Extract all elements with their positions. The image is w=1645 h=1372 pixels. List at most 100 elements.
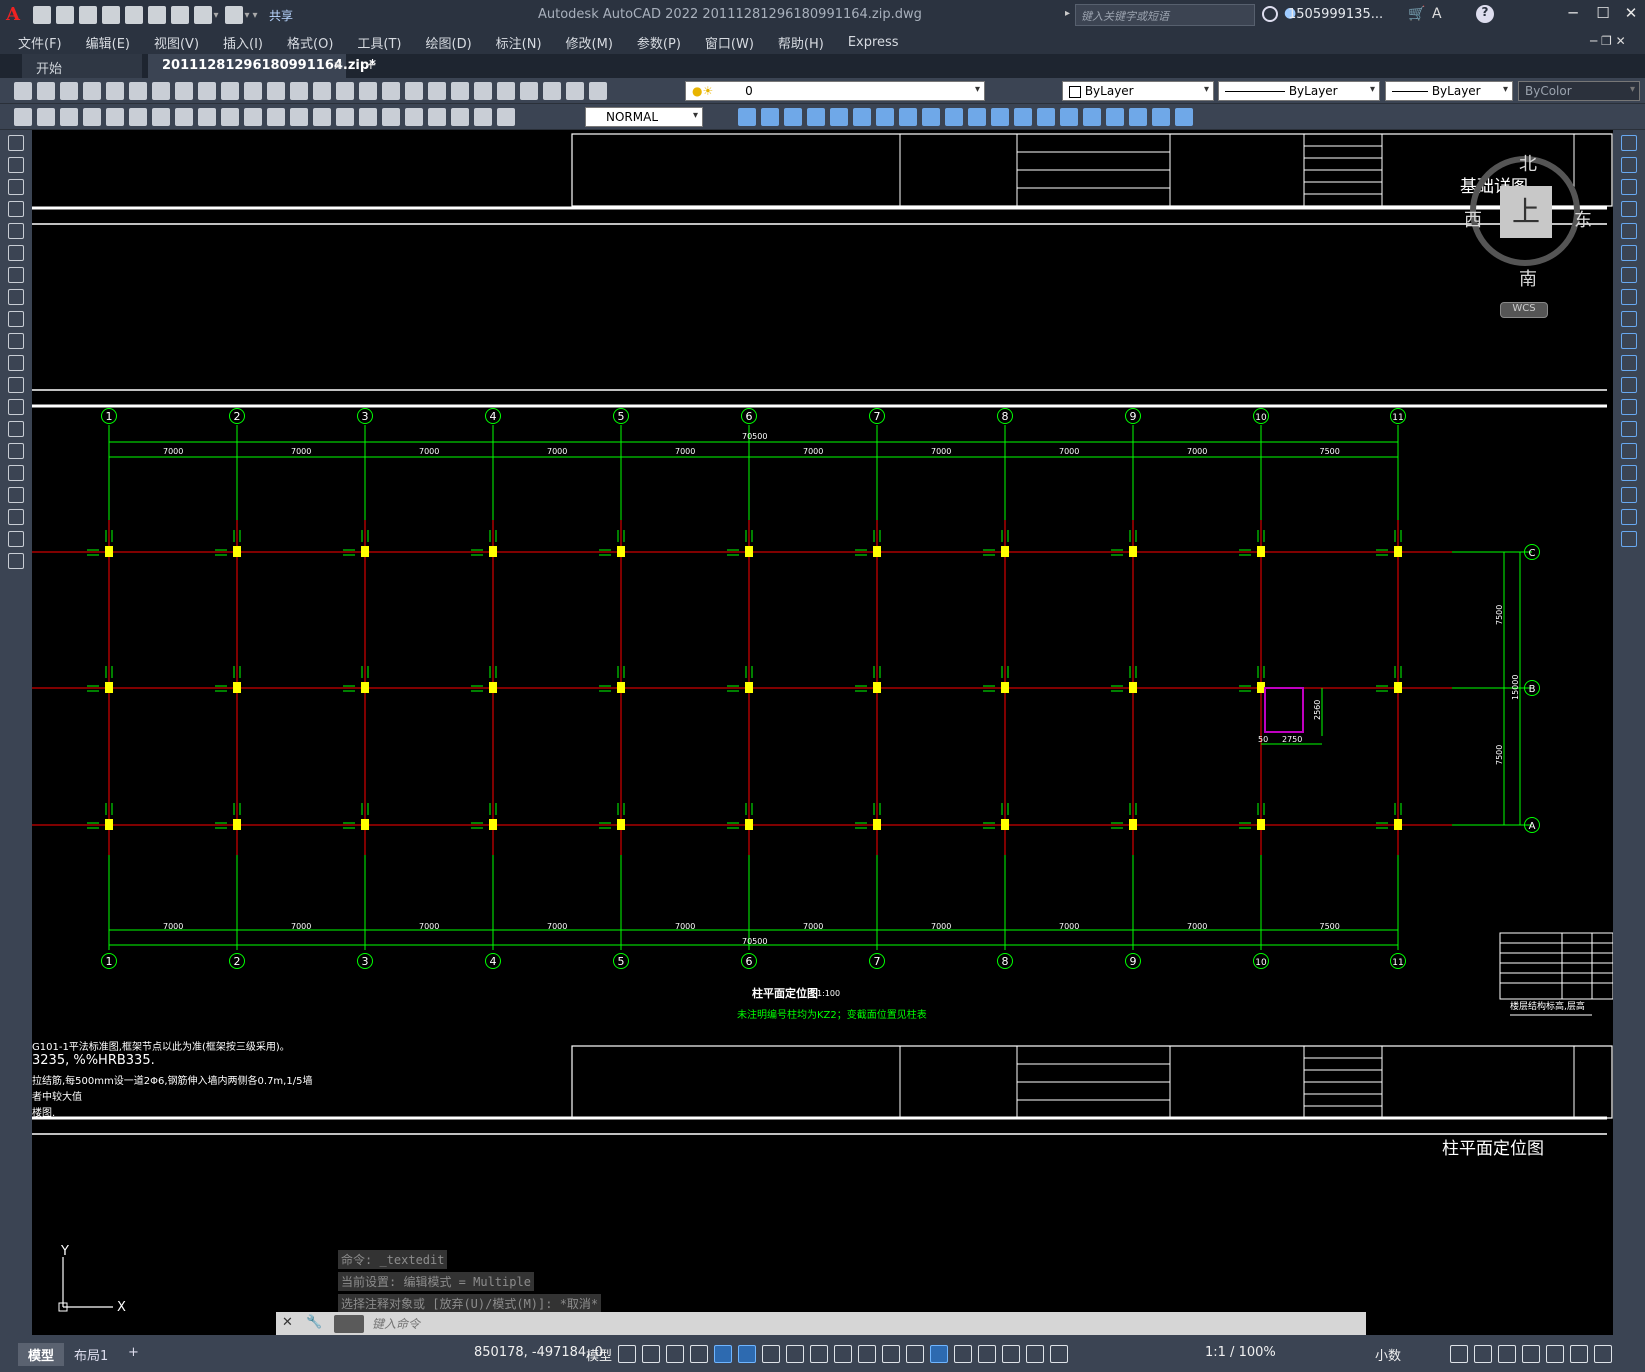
viewcube[interactable]: 上 北 南 西 东: [1464, 150, 1592, 290]
line-icon[interactable]: [8, 135, 24, 151]
draw-order-icon[interactable]: [1621, 531, 1637, 547]
menu-express[interactable]: Express: [848, 35, 899, 50]
polyline-icon[interactable]: [8, 179, 24, 195]
compass-east[interactable]: 东: [1574, 206, 1592, 232]
menu-help[interactable]: 帮助(H): [778, 33, 824, 52]
new-icon[interactable]: [14, 82, 32, 100]
open-web-icon[interactable]: [125, 6, 143, 24]
infer-constraints-icon[interactable]: [666, 1345, 684, 1363]
break-icon[interactable]: [991, 108, 1009, 126]
text-style-dropdown[interactable]: NORMAL ▾: [585, 107, 703, 127]
quick-calc-icon[interactable]: [543, 82, 561, 100]
linetype-dropdown[interactable]: ByLayer ▾: [1218, 81, 1380, 101]
explode-icon[interactable]: [1621, 509, 1637, 525]
polygon-icon[interactable]: [8, 201, 24, 217]
menu-window[interactable]: 窗口(W): [705, 33, 754, 52]
angular-icon[interactable]: [175, 108, 193, 126]
union-icon[interactable]: [1106, 108, 1124, 126]
blend-icon[interactable]: [1621, 487, 1637, 503]
isolate-icon[interactable]: [1522, 1345, 1540, 1363]
fillet-icon[interactable]: [1621, 465, 1637, 481]
menu-modify[interactable]: 修改(M): [566, 33, 613, 52]
auto-scale-icon[interactable]: [1026, 1345, 1044, 1363]
mirror-icon[interactable]: [784, 108, 802, 126]
multiline-text-icon[interactable]: [8, 531, 24, 547]
join-icon[interactable]: [1621, 421, 1637, 437]
object-snap-tracking-icon[interactable]: [786, 1345, 804, 1363]
layer-bulb-icon[interactable]: ●☀: [692, 84, 713, 98]
join-icon[interactable]: [1014, 108, 1032, 126]
annotation-monitor-icon[interactable]: [1050, 1345, 1068, 1363]
maximize-icon[interactable]: ☐: [1590, 4, 1616, 26]
redo-icon[interactable]: [225, 6, 243, 24]
zoom-window-icon[interactable]: [382, 82, 400, 100]
menu-parametric[interactable]: 参数(P): [637, 33, 681, 52]
doc-window-controls[interactable]: ─ ❐ ✕: [1590, 34, 1626, 48]
gizmo-icon[interactable]: [978, 1345, 996, 1363]
make-block-icon[interactable]: [8, 399, 24, 415]
search-icon[interactable]: [1262, 6, 1278, 22]
intersect-icon[interactable]: [1152, 108, 1170, 126]
redo-dropdown-icon[interactable]: ▾: [243, 10, 251, 21]
subtract-icon[interactable]: [1129, 108, 1147, 126]
pan-icon[interactable]: [336, 82, 354, 100]
add-selected-icon[interactable]: [8, 553, 24, 569]
lineweight-dropdown[interactable]: ByLayer ▾: [1385, 81, 1513, 101]
command-prompt-icon[interactable]: [334, 1315, 364, 1333]
command-input[interactable]: [372, 1317, 1272, 1331]
minimize-icon[interactable]: ─: [1560, 4, 1586, 26]
menu-view[interactable]: 视图(V): [154, 33, 199, 52]
customize-wrench-icon[interactable]: 🔧: [306, 1315, 322, 1330]
dim-override-icon[interactable]: [497, 108, 515, 126]
open-file-icon[interactable]: [56, 6, 74, 24]
customization-icon[interactable]: [1594, 1345, 1612, 1363]
viewcube-top-face[interactable]: 上: [1500, 186, 1552, 238]
jogged-linear-icon[interactable]: [382, 108, 400, 126]
menu-insert[interactable]: 插入(I): [223, 33, 263, 52]
point-icon[interactable]: [8, 421, 24, 437]
units-icon[interactable]: [1450, 1345, 1468, 1363]
explode-icon[interactable]: [1083, 108, 1101, 126]
baseline-icon[interactable]: [221, 108, 239, 126]
drawing-canvas[interactable]: 70500 70500 7000 7000 7000 7000 7000 7000 7000 70…: [32, 130, 1613, 1335]
menu-draw[interactable]: 绘图(D): [426, 33, 472, 52]
trim-icon[interactable]: [945, 108, 963, 126]
redo-icon[interactable]: [313, 82, 331, 100]
plot-preview-icon[interactable]: [106, 82, 124, 100]
arc-length-icon[interactable]: [60, 108, 78, 126]
construction-line-icon[interactable]: [8, 157, 24, 173]
menu-tools[interactable]: 工具(T): [357, 33, 401, 52]
polar-icon[interactable]: [738, 1345, 756, 1363]
chamfer-icon[interactable]: [1621, 443, 1637, 459]
plotstyle-dropdown[interactable]: ByColor ▾: [1518, 81, 1640, 101]
customize-quick-access-icon[interactable]: ▾: [251, 10, 259, 21]
tab-start[interactable]: 开始: [22, 54, 142, 78]
dynamic-ucs-icon[interactable]: [930, 1345, 948, 1363]
move-icon[interactable]: [1621, 245, 1637, 261]
save-web-icon[interactable]: [148, 6, 166, 24]
plot-icon[interactable]: [171, 6, 189, 24]
fillet-icon[interactable]: [1060, 108, 1078, 126]
save-as-icon[interactable]: [102, 6, 120, 24]
tab-layout1[interactable]: 布局1: [64, 1343, 118, 1366]
revision-cloud-icon[interactable]: [8, 289, 24, 305]
trim-icon[interactable]: [1621, 333, 1637, 349]
region-icon[interactable]: [8, 487, 24, 503]
insert-block-icon[interactable]: [8, 377, 24, 393]
radius-icon[interactable]: [106, 108, 124, 126]
chevron-down-icon[interactable]: ▾: [693, 110, 698, 121]
dim-update-icon[interactable]: [451, 108, 469, 126]
stretch-icon[interactable]: [922, 108, 940, 126]
help-icon[interactable]: ?: [1476, 5, 1494, 23]
hardware-acceleration-icon[interactable]: [1546, 1345, 1564, 1363]
tolerance-icon[interactable]: [313, 108, 331, 126]
publish-icon[interactable]: [129, 82, 147, 100]
coordinates-readout[interactable]: 850178, -497184, 0: [474, 1345, 603, 1360]
extend-icon[interactable]: [968, 108, 986, 126]
units-dropdown[interactable]: 小数: [1375, 1345, 1401, 1364]
chevron-down-icon[interactable]: ▾: [1630, 84, 1635, 95]
undo-dropdown-icon[interactable]: ▾: [212, 10, 220, 21]
lock-ui-icon[interactable]: [1498, 1345, 1516, 1363]
isodraft-icon[interactable]: [762, 1345, 780, 1363]
copy-icon[interactable]: [198, 82, 216, 100]
